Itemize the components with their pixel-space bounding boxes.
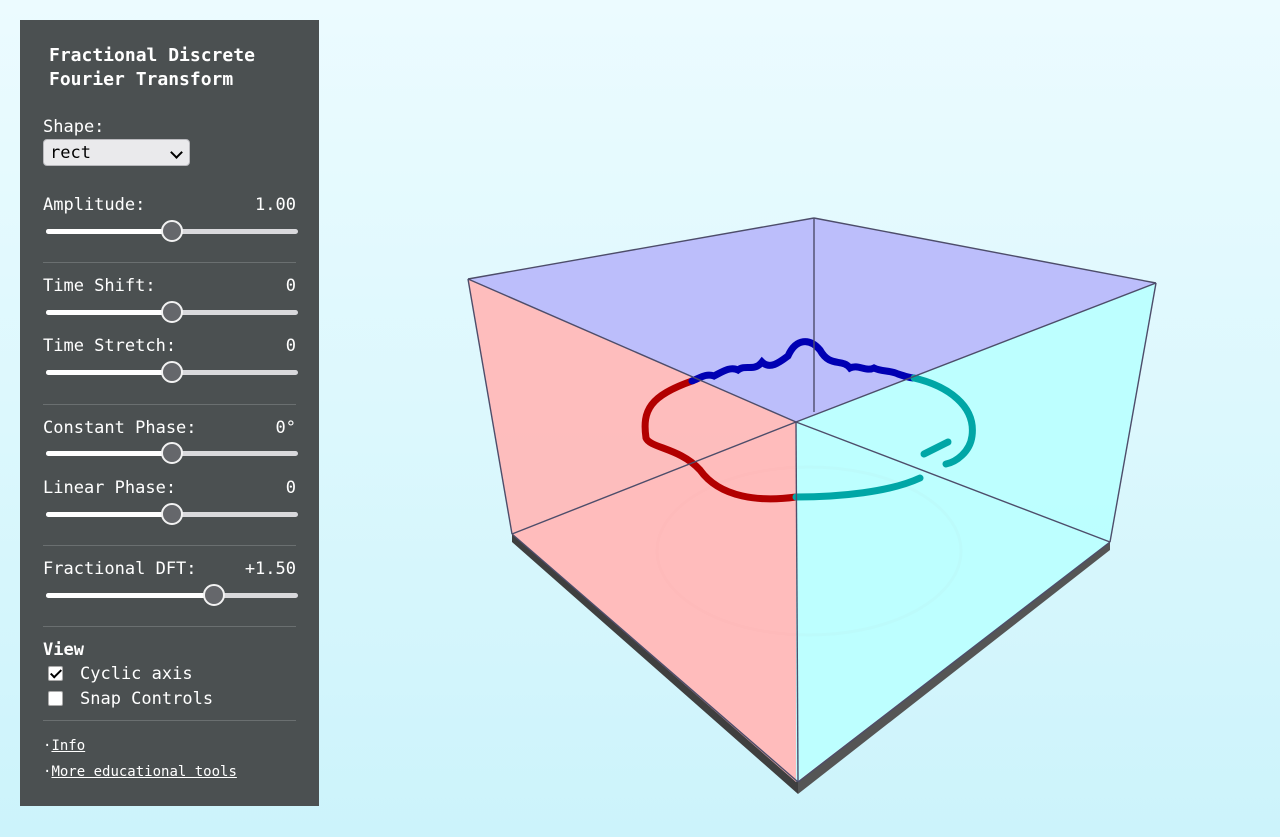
3d-scene[interactable]: [0, 0, 1280, 837]
